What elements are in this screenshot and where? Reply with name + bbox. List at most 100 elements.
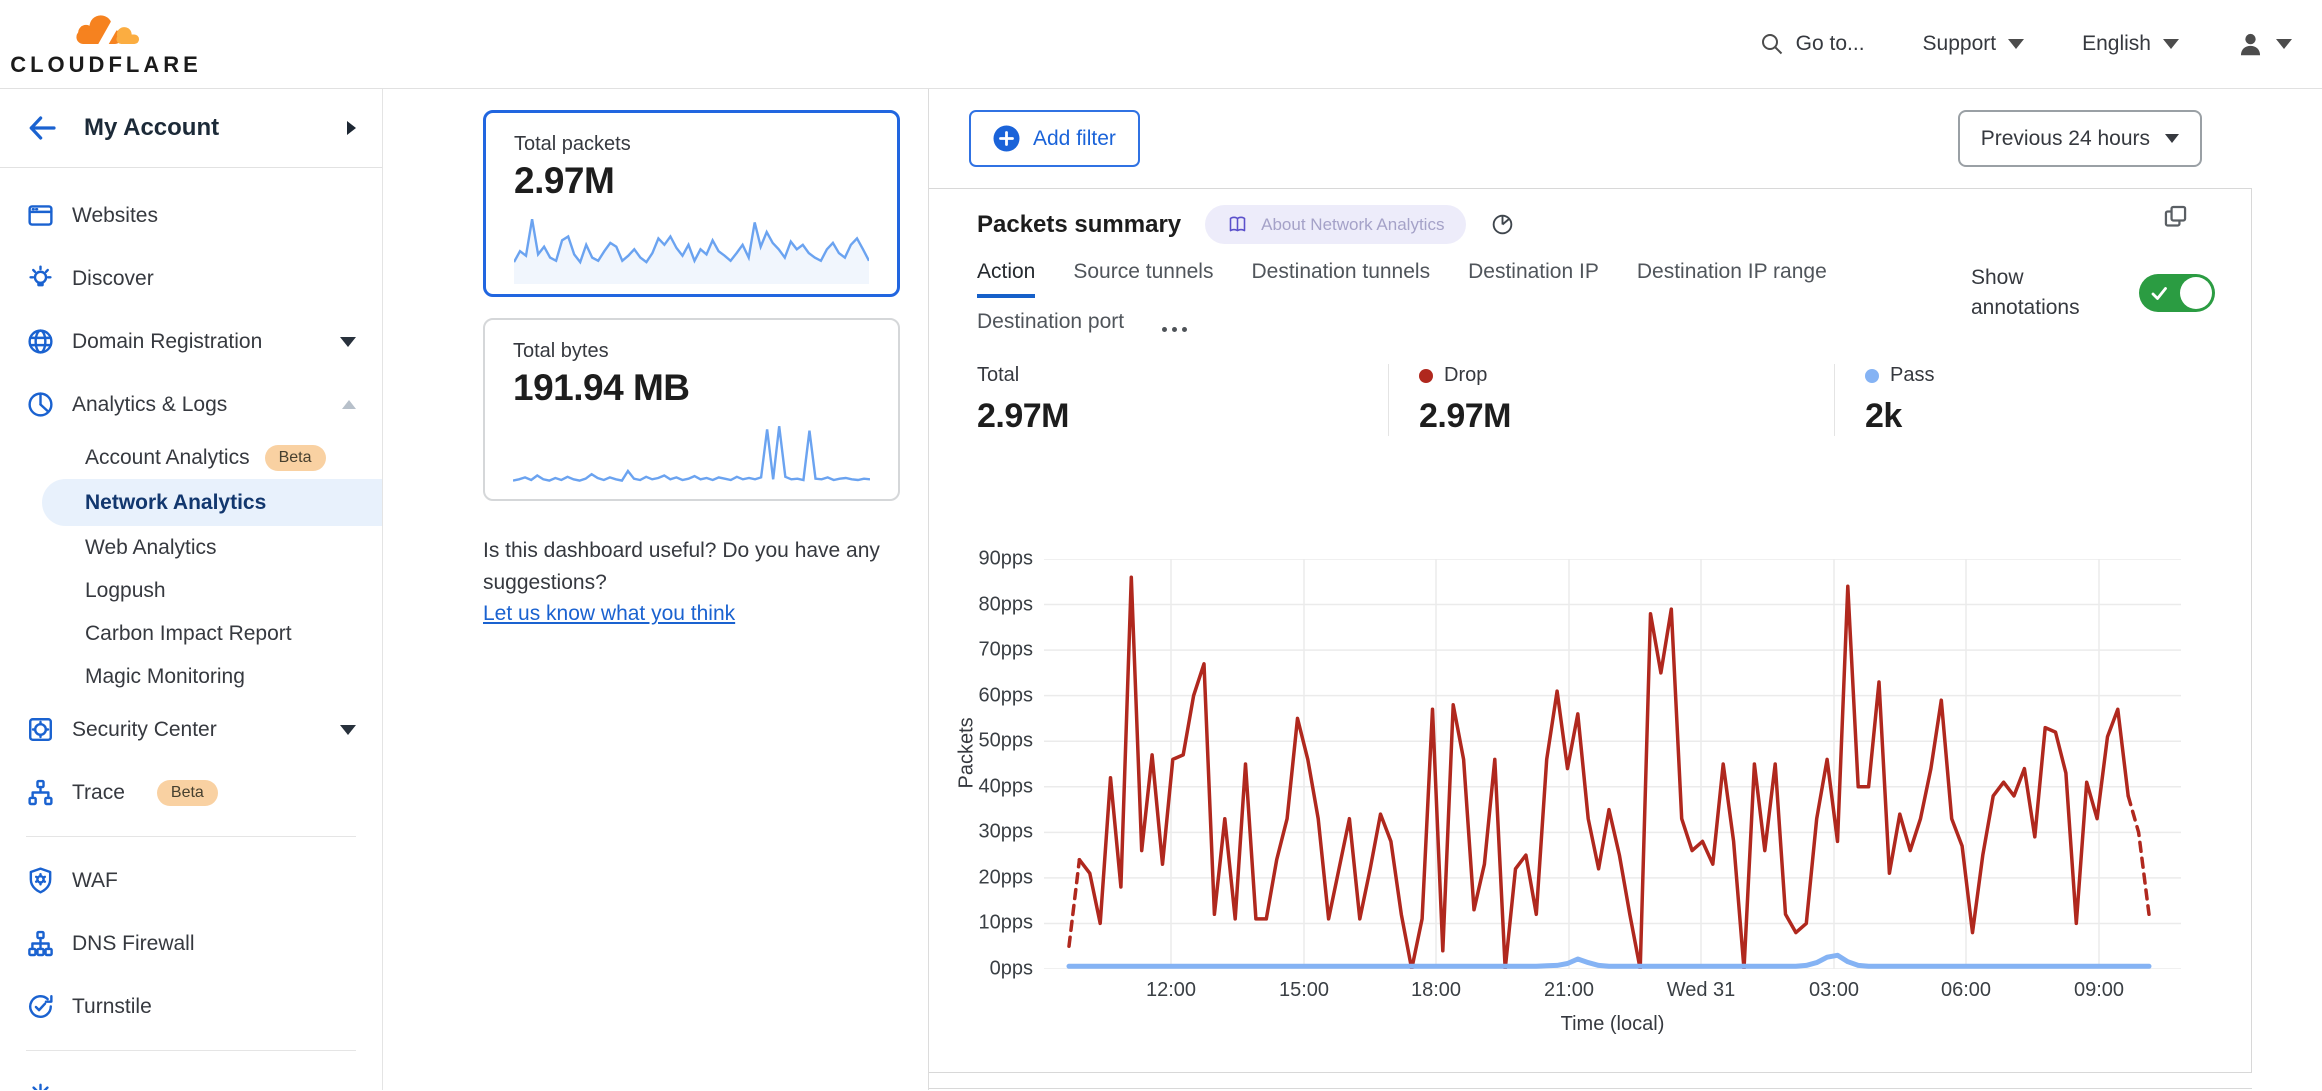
main-content: Add filter Previous 24 hours Packets sum… (928, 89, 2322, 1090)
sidebar-item-label: WAF (72, 869, 118, 893)
chevron-right-icon (347, 121, 356, 135)
x-axis-ticks: 12:0015:0018:0021:00Wed 3103:0006:0009:0… (1044, 979, 2181, 1007)
x-tick-label: 06:00 (1941, 979, 1991, 1002)
pass-series-line (1069, 955, 2149, 966)
toggle-knob (2180, 277, 2212, 309)
chevron-up-icon (342, 400, 356, 409)
card-value: 191.94 MB (513, 367, 870, 409)
feedback-link[interactable]: Let us know what you think (483, 602, 735, 625)
sidebar-item-web-analytics[interactable]: Web Analytics (0, 526, 382, 569)
total-drop: Drop2.97M (1388, 364, 1834, 436)
sidebar-item-logpush[interactable]: Logpush (0, 569, 382, 612)
show-annotations-toggle[interactable] (2139, 274, 2215, 312)
x-tick-label: Wed 31 (1667, 979, 1736, 1002)
total-label: Total (977, 364, 1019, 387)
sidebar-account-header[interactable]: My Account (0, 89, 382, 168)
sidebar-item-magic-monitoring[interactable]: Magic Monitoring (0, 655, 382, 698)
panel-header: Packets summary About Network Analytics (929, 189, 2251, 244)
sidebar-item-label: Logpush (85, 579, 166, 603)
plot-area[interactable] (1044, 559, 2181, 969)
chevron-down-icon (2008, 39, 2024, 49)
y-tick-label: 60pps (979, 684, 1034, 707)
sidebar-item-sparkle[interactable] (0, 1063, 382, 1090)
tab-destination-port[interactable]: Destination port (977, 310, 1124, 348)
total-value: 2.97M (1419, 397, 1834, 436)
y-tick-label: 10pps (979, 912, 1034, 935)
y-tick-label: 0pps (990, 958, 1033, 981)
sidebar-item-label: Websites (72, 204, 158, 228)
show-annotations-label: Show annotations (1971, 263, 2103, 324)
feedback-block: Is this dashboard useful? Do you have an… (483, 535, 928, 630)
drop-series-dashed-head (1069, 860, 1079, 947)
packets-summary-panel: Packets summary About Network Analytics … (929, 188, 2252, 1073)
sidebar-item-label: Security Center (72, 718, 217, 742)
total-label-row: Total (977, 364, 1388, 387)
sidebar-item-account-analytics[interactable]: Account AnalyticsBeta (0, 436, 382, 479)
sidebar-item-security-center[interactable]: Security Center (0, 698, 382, 761)
tab-destination-ip[interactable]: Destination IP (1468, 260, 1599, 298)
pie-chart-icon[interactable] (1490, 212, 1515, 237)
y-tick-label: 80pps (979, 593, 1034, 616)
sidebar-item-label: Domain Registration (72, 330, 262, 354)
trace-icon (26, 778, 55, 807)
sidebar-item-trace[interactable]: TraceBeta (0, 761, 382, 824)
browser-icon (26, 201, 55, 230)
packets-chart: Packets 0pps10pps20pps30pps40pps50pps60p… (929, 551, 2251, 1071)
about-network-analytics-badge[interactable]: About Network Analytics (1205, 205, 1466, 244)
time-range-selector[interactable]: Previous 24 hours (1958, 110, 2202, 167)
x-tick-label: 15:00 (1279, 979, 1329, 1002)
language-menu[interactable]: English (2082, 32, 2179, 56)
add-filter-button[interactable]: Add filter (969, 110, 1140, 167)
sidebar-item-discover[interactable]: Discover (0, 247, 382, 310)
total-value: 2k (1865, 397, 2251, 436)
y-tick-label: 20pps (979, 866, 1034, 889)
x-tick-label: 12:00 (1146, 979, 1196, 1002)
sidebar-item-label: Carbon Impact Report (85, 622, 292, 646)
sidebar-item-dns-firewall[interactable]: DNS Firewall (0, 912, 382, 975)
total-label: Pass (1890, 364, 1934, 387)
chevron-down-icon (2165, 134, 2179, 143)
pie-chart-icon (26, 390, 55, 419)
tab-action[interactable]: Action (977, 260, 1035, 298)
back-arrow-icon[interactable] (26, 112, 58, 144)
sidebar-item-label: Network Analytics (85, 491, 266, 515)
sidebar-item-turnstile[interactable]: Turnstile (0, 975, 382, 1038)
tab-destination-ip-range[interactable]: Destination IP range (1637, 260, 1827, 298)
cloudflare-cloud-icon (62, 11, 150, 51)
sidebar-item-label: Web Analytics (85, 536, 217, 560)
duplicate-panel-icon[interactable] (2162, 203, 2189, 230)
total-packets-card[interactable]: Total packets 2.97M (483, 110, 900, 297)
cloudflare-logo[interactable]: CLOUDFLARE (26, 11, 186, 78)
sidebar-item-label: Magic Monitoring (85, 665, 245, 689)
sidebar-item-websites[interactable]: Websites (0, 184, 382, 247)
chevron-down-icon (2276, 39, 2292, 49)
lightbulb-icon (26, 264, 55, 293)
sidebar-account-title: My Account (84, 114, 347, 142)
breakdown-tabs: Action Source tunnels Destination tunnels D… (977, 260, 1857, 348)
hierarchy-icon (26, 929, 55, 958)
y-tick-label: 30pps (979, 821, 1034, 844)
sidebar-item-waf[interactable]: WAF (0, 849, 382, 912)
total-bytes-card[interactable]: Total bytes 191.94 MB (483, 318, 900, 501)
goto-search-label: Go to... (1796, 32, 1865, 56)
panel-title: Packets summary (977, 211, 1181, 239)
search-icon (1760, 32, 1784, 56)
account-menu[interactable] (2237, 31, 2292, 58)
card-title: Total bytes (513, 340, 870, 363)
sidebar-nav: Websites Discover Domain Registration Analy… (0, 168, 382, 1090)
more-tabs-button[interactable] (1162, 327, 1187, 348)
tab-source-tunnels[interactable]: Source tunnels (1073, 260, 1213, 298)
support-menu[interactable]: Support (1923, 32, 2025, 56)
sidebar-item-carbon-impact-report[interactable]: Carbon Impact Report (0, 612, 382, 655)
y-tick-label: 90pps (979, 548, 1034, 571)
sidebar-item-network-analytics[interactable]: Network Analytics (42, 479, 382, 526)
tab-destination-tunnels[interactable]: Destination tunnels (1251, 260, 1430, 298)
sidebar-item-domain-registration[interactable]: Domain Registration (0, 310, 382, 373)
sidebar-item-analytics-logs[interactable]: Analytics & Logs (0, 373, 382, 436)
sidebar-item-label: Turnstile (72, 995, 152, 1019)
y-tick-label: 50pps (979, 730, 1034, 753)
globe-icon (26, 327, 55, 356)
sparkle-icon (26, 1080, 55, 1090)
goto-search[interactable]: Go to... (1760, 32, 1865, 56)
shield-gear-icon (26, 866, 55, 895)
